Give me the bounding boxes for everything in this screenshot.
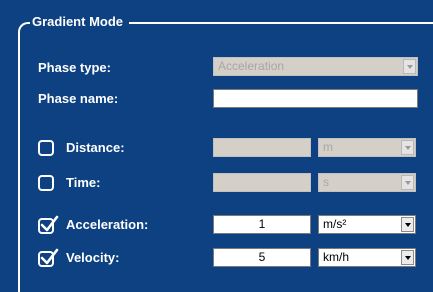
distance-checkbox[interactable]: [38, 140, 54, 156]
chevron-down-icon[interactable]: [401, 175, 414, 190]
checkmark-icon: [40, 215, 59, 232]
chevron-down-icon[interactable]: [401, 250, 414, 265]
velocity-value: 5: [258, 250, 266, 264]
checkmark-icon: [40, 248, 59, 265]
velocity-checkbox[interactable]: [38, 248, 59, 267]
phase-type-label: Phase type:: [38, 60, 111, 75]
time-label: Time:: [66, 175, 101, 190]
velocity-unit-select[interactable]: km/h: [318, 248, 416, 267]
distance-unit-select[interactable]: m: [318, 138, 416, 157]
phase-type-value: Acceleration: [218, 59, 285, 73]
acceleration-unit-value: m/s²: [323, 217, 347, 231]
time-unit-select[interactable]: s: [318, 173, 416, 192]
time-input[interactable]: [213, 173, 311, 192]
velocity-label: Velocity:: [66, 250, 120, 265]
acceleration-checkbox[interactable]: [38, 215, 59, 234]
group-title: Gradient Mode: [30, 13, 130, 31]
acceleration-label: Acceleration:: [66, 217, 149, 232]
phase-name-input[interactable]: [213, 89, 418, 108]
distance-label: Distance:: [66, 140, 125, 155]
distance-unit-value: m: [323, 140, 333, 154]
phase-type-select[interactable]: Acceleration: [213, 57, 418, 76]
time-checkbox[interactable]: [38, 175, 54, 191]
acceleration-input[interactable]: 1: [213, 215, 311, 234]
time-unit-value: s: [323, 175, 329, 189]
chevron-down-icon[interactable]: [401, 140, 414, 155]
acceleration-value: 1: [258, 217, 266, 231]
velocity-input[interactable]: 5: [213, 248, 311, 267]
phase-name-label: Phase name:: [38, 91, 119, 106]
velocity-unit-value: km/h: [323, 250, 350, 264]
phase-name-value: [214, 91, 218, 105]
acceleration-unit-select[interactable]: m/s²: [318, 215, 416, 234]
distance-input[interactable]: [213, 138, 311, 157]
chevron-down-icon[interactable]: [401, 217, 414, 232]
chevron-down-icon[interactable]: [403, 59, 416, 74]
